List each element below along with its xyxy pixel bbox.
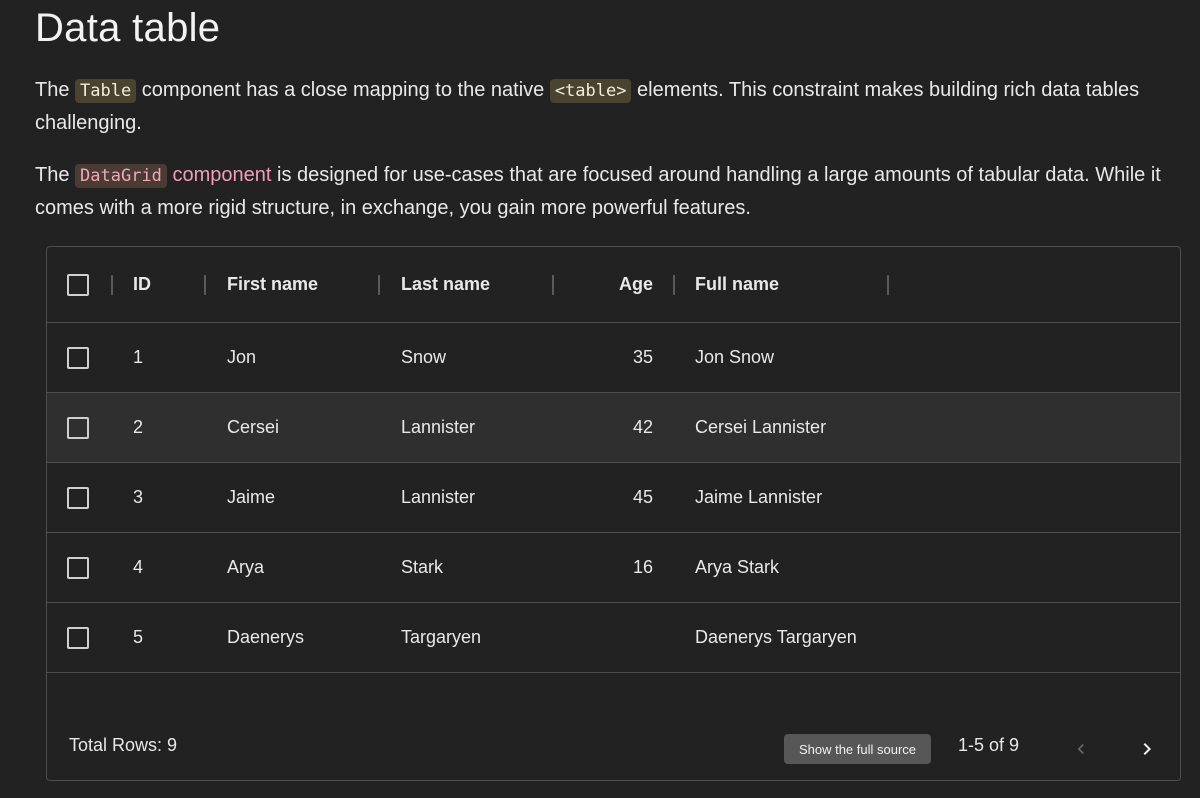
cell-id[interactable]: 5 bbox=[133, 603, 143, 672]
intro-paragraph: The Table component has a close mapping … bbox=[35, 74, 1190, 139]
page-title: Data table bbox=[35, 6, 221, 50]
column-header-first-name[interactable]: First name bbox=[227, 247, 318, 322]
code-datagrid: DataGrid bbox=[75, 164, 167, 188]
row-checkbox-cell bbox=[67, 533, 93, 602]
cell-full-name[interactable]: Jaime Lannister bbox=[695, 463, 822, 532]
row-checkbox-cell bbox=[67, 323, 93, 392]
datagrid-component-link[interactable]: DataGrid component bbox=[75, 164, 272, 188]
total-rows: Total Rows: 9 bbox=[69, 735, 178, 755]
table-row[interactable]: 1 Jon Snow 35 Jon Snow bbox=[47, 323, 1180, 393]
table-row[interactable]: 2 Cersei Lannister 42 Cersei Lannister bbox=[47, 393, 1180, 463]
datagrid-paragraph: The DataGrid component is designed for u… bbox=[35, 159, 1190, 224]
cell-last-name[interactable]: Snow bbox=[401, 323, 446, 392]
next-page-button[interactable] bbox=[1129, 731, 1165, 767]
column-separator[interactable] bbox=[111, 275, 113, 295]
cell-first-name[interactable]: Cersei bbox=[227, 393, 279, 462]
code-table-element: <table> bbox=[549, 79, 632, 103]
row-checkbox[interactable] bbox=[67, 556, 89, 579]
cell-age[interactable]: 35 bbox=[567, 323, 653, 392]
show-full-source-button[interactable]: Show the full source bbox=[784, 734, 931, 764]
row-checkbox-cell bbox=[67, 393, 93, 462]
column-header-last-name[interactable]: Last name bbox=[401, 247, 490, 322]
cell-id[interactable]: 1 bbox=[133, 323, 143, 392]
row-checkbox[interactable] bbox=[67, 486, 89, 509]
cell-last-name[interactable]: Lannister bbox=[401, 393, 475, 462]
cell-age[interactable]: 45 bbox=[567, 463, 653, 532]
cell-id[interactable]: 4 bbox=[133, 533, 143, 602]
table-row[interactable]: 5 Daenerys Targaryen Daenerys Targaryen bbox=[47, 603, 1180, 673]
cell-full-name[interactable]: Daenerys Targaryen bbox=[695, 603, 857, 672]
cell-age[interactable]: 16 bbox=[567, 533, 653, 602]
cell-age[interactable] bbox=[567, 603, 653, 672]
cell-first-name[interactable]: Jon bbox=[227, 323, 256, 392]
cell-last-name[interactable]: Targaryen bbox=[401, 603, 481, 672]
code-table: Table bbox=[75, 79, 137, 103]
cell-first-name[interactable]: Jaime bbox=[227, 463, 275, 532]
cell-last-name[interactable]: Stark bbox=[401, 533, 443, 602]
cell-id[interactable]: 2 bbox=[133, 393, 143, 462]
row-checkbox[interactable] bbox=[67, 416, 89, 439]
column-separator[interactable] bbox=[887, 275, 889, 295]
table-row[interactable]: 4 Arya Stark 16 Arya Stark bbox=[47, 533, 1180, 603]
cell-full-name[interactable]: Arya Stark bbox=[695, 533, 779, 602]
cell-full-name[interactable]: Cersei Lannister bbox=[695, 393, 826, 462]
column-separator[interactable] bbox=[552, 275, 554, 295]
cell-first-name[interactable]: Arya bbox=[227, 533, 264, 602]
row-checkbox-cell bbox=[67, 463, 93, 532]
text: The bbox=[35, 164, 76, 186]
cell-full-name[interactable]: Jon Snow bbox=[695, 323, 774, 392]
text: The bbox=[35, 79, 76, 101]
data-grid: ID First name Last name Age Full name 1 … bbox=[46, 246, 1181, 781]
cell-id[interactable]: 3 bbox=[133, 463, 143, 532]
pagination-range: 1-5 of 9 bbox=[958, 735, 1020, 755]
row-checkbox[interactable] bbox=[67, 346, 89, 369]
column-separator[interactable] bbox=[378, 275, 380, 295]
column-header-id[interactable]: ID bbox=[133, 247, 151, 322]
select-all-checkbox[interactable] bbox=[67, 273, 89, 296]
grid-header-row: ID First name Last name Age Full name bbox=[47, 247, 1180, 323]
cell-last-name[interactable]: Lannister bbox=[401, 463, 475, 532]
select-all-cell bbox=[67, 247, 93, 322]
table-row[interactable]: 3 Jaime Lannister 45 Jaime Lannister bbox=[47, 463, 1180, 533]
row-checkbox[interactable] bbox=[67, 626, 89, 649]
column-header-age[interactable]: Age bbox=[567, 247, 653, 322]
link-text: component bbox=[166, 164, 272, 186]
row-checkbox-cell bbox=[67, 603, 93, 672]
previous-page-button[interactable] bbox=[1063, 731, 1099, 767]
cell-first-name[interactable]: Daenerys bbox=[227, 603, 304, 672]
chevron-left-icon bbox=[1077, 744, 1084, 754]
column-separator[interactable] bbox=[204, 275, 206, 295]
text: component has a close mapping to the nat… bbox=[136, 79, 550, 101]
chevron-right-icon bbox=[1143, 743, 1151, 755]
column-separator[interactable] bbox=[673, 275, 675, 295]
column-header-full-name[interactable]: Full name bbox=[695, 247, 779, 322]
cell-age[interactable]: 42 bbox=[567, 393, 653, 462]
